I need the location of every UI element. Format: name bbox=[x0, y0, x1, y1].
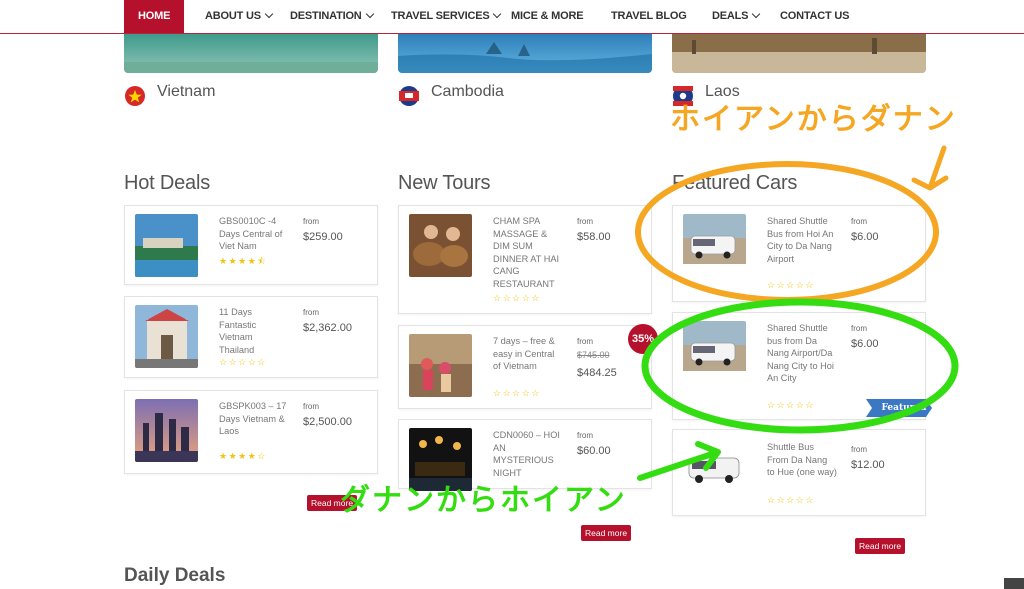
nav-travel-services-label: TRAVEL SERVICES bbox=[391, 10, 490, 22]
car-thumbnail[interactable] bbox=[683, 321, 746, 384]
deal-price: $2,362.00 bbox=[303, 322, 352, 334]
rating-stars: ☆☆☆☆☆ bbox=[767, 400, 815, 410]
car-price: $12.00 bbox=[851, 459, 885, 471]
tour-thumbnail[interactable] bbox=[409, 214, 472, 277]
deal-title[interactable]: GBS0010C -4 Days Central of Viet Nam bbox=[219, 215, 289, 253]
nav-travel-blog[interactable]: TRAVEL BLOG bbox=[611, 0, 687, 33]
nav-deals[interactable]: DEALS bbox=[712, 0, 761, 33]
old-price: $745.00 bbox=[577, 350, 610, 360]
deal-price: $2,500.00 bbox=[303, 416, 352, 428]
featured-ribbon-label: Featured bbox=[881, 403, 927, 413]
chevron-down-icon bbox=[752, 9, 761, 19]
vietnam-flag-icon bbox=[125, 86, 145, 106]
hot-deal-card[interactable]: GBS0010C -4 Days Central of Viet Nam ★★★… bbox=[124, 205, 378, 285]
rating-stars: ☆☆☆☆☆ bbox=[493, 388, 541, 398]
deal-price: $259.00 bbox=[303, 231, 343, 243]
nav-travel-services[interactable]: TRAVEL SERVICES bbox=[391, 0, 502, 33]
featured-car-card[interactable]: Shared Shuttle Bus from Hoi An City to D… bbox=[672, 205, 926, 302]
tour-thumbnail[interactable] bbox=[409, 334, 472, 397]
car-price: $6.00 bbox=[851, 231, 879, 243]
deal-title[interactable]: 11 Days Fantastic Vietnam Thailand bbox=[219, 306, 289, 356]
featured-cars-heading: Featured Cars bbox=[672, 172, 798, 194]
car-price: $6.00 bbox=[851, 338, 879, 350]
nav-destination-label: DESTINATION bbox=[290, 10, 362, 22]
nav-mice-more-label: MICE & MORE bbox=[511, 10, 584, 22]
tour-title[interactable]: 7 days – free & easy in Central of Vietn… bbox=[493, 335, 563, 373]
price-from-label: from bbox=[303, 217, 319, 226]
tour-thumbnail[interactable] bbox=[135, 305, 198, 368]
price-from-label: from bbox=[851, 217, 867, 226]
hot-deal-card[interactable]: 11 Days Fantastic Vietnam Thailand ☆☆☆☆☆… bbox=[124, 296, 378, 378]
featured-cars-read-more-button[interactable]: Read more bbox=[855, 538, 906, 554]
tour-price: $60.00 bbox=[577, 445, 611, 457]
rating-stars: ☆☆☆☆☆ bbox=[493, 293, 541, 303]
nav-about-us-label: ABOUT US bbox=[205, 10, 261, 22]
price-from-label: from bbox=[303, 308, 319, 317]
chevron-down-icon bbox=[493, 9, 502, 19]
car-title[interactable]: Shared Shuttle bus from Da Nang Airport/… bbox=[767, 322, 837, 385]
hot-deals-heading: Hot Deals bbox=[124, 172, 211, 194]
nav-destination[interactable]: DESTINATION bbox=[290, 0, 374, 33]
tour-title[interactable]: CHAM SPA MASSAGE & DIM SUM DINNER AT HAI… bbox=[493, 215, 561, 291]
rating-stars: ★★★★☆ bbox=[219, 451, 267, 461]
rating-stars: ☆☆☆☆☆ bbox=[767, 495, 815, 505]
new-tours-heading: New Tours bbox=[398, 172, 491, 194]
price-from-label: from bbox=[577, 431, 593, 440]
new-tour-card[interactable]: 7 days – free & easy in Central of Vietn… bbox=[398, 325, 652, 409]
price-from-label: from bbox=[851, 445, 867, 454]
tour-thumbnail[interactable] bbox=[135, 399, 198, 462]
deal-title[interactable]: GBSPK003 – 17 Days Vietnam & Laos bbox=[219, 400, 289, 438]
nav-deals-label: DEALS bbox=[712, 10, 749, 22]
main-nav: HOME ABOUT US DESTINATION TRAVEL SERVICE… bbox=[0, 0, 1024, 34]
nav-mice-more[interactable]: MICE & MORE bbox=[511, 0, 584, 33]
nav-contact-us[interactable]: CONTACT US bbox=[780, 0, 849, 33]
laos-banner-image[interactable] bbox=[672, 34, 926, 73]
green-annotation-text: ダナンからホイアン bbox=[340, 484, 627, 517]
tour-price: $58.00 bbox=[577, 231, 611, 243]
daily-deals-heading: Daily Deals bbox=[124, 565, 226, 586]
tour-title[interactable]: CDN0060 – HOI AN MYSTERIOUS NIGHT bbox=[493, 429, 561, 479]
country-name-vietnam[interactable]: Vietnam bbox=[157, 83, 215, 101]
rating-stars: ★★★★⯪ bbox=[219, 256, 268, 266]
cambodia-flag-icon bbox=[399, 86, 419, 106]
tour-price: $484.25 bbox=[577, 367, 617, 379]
price-from-label: from bbox=[303, 402, 319, 411]
price-from-label: from bbox=[851, 324, 867, 333]
featured-ribbon: Featured bbox=[866, 399, 932, 417]
discount-badge: 35% bbox=[628, 324, 658, 354]
car-thumbnail[interactable] bbox=[683, 214, 746, 277]
rating-stars: ☆☆☆☆☆ bbox=[767, 280, 815, 290]
car-thumbnail[interactable] bbox=[683, 440, 746, 503]
new-tour-card[interactable]: CHAM SPA MASSAGE & DIM SUM DINNER AT HAI… bbox=[398, 205, 652, 314]
car-title[interactable]: Shared Shuttle Bus from Hoi An City to D… bbox=[767, 215, 837, 265]
vietnam-banner-image[interactable] bbox=[124, 34, 378, 73]
country-name-cambodia[interactable]: Cambodia bbox=[431, 83, 504, 101]
tour-thumbnail[interactable] bbox=[135, 214, 198, 277]
chevron-down-icon bbox=[264, 9, 274, 19]
hot-deal-card[interactable]: GBSPK003 – 17 Days Vietnam & Laos ★★★★☆ … bbox=[124, 390, 378, 474]
orange-annotation-arrow bbox=[911, 145, 949, 191]
cambodia-banner-image[interactable] bbox=[398, 34, 652, 73]
nav-home[interactable]: HOME bbox=[124, 0, 185, 33]
price-from-label: from bbox=[577, 337, 593, 346]
new-tours-read-more-button[interactable]: Read more bbox=[581, 525, 632, 541]
price-from-label: from bbox=[577, 217, 593, 226]
nav-home-label: HOME bbox=[138, 10, 171, 22]
rating-stars: ☆☆☆☆☆ bbox=[219, 357, 267, 367]
nav-about-us[interactable]: ABOUT US bbox=[205, 0, 274, 33]
featured-car-card[interactable]: Shuttle Bus From Da Nang to Hue (one way… bbox=[672, 429, 926, 516]
car-title[interactable]: Shuttle Bus From Da Nang to Hue (one way… bbox=[767, 441, 837, 479]
orange-annotation-text: ホイアンからダナン bbox=[670, 103, 957, 136]
nav-contact-us-label: CONTACT US bbox=[780, 10, 850, 22]
scroll-to-top-button[interactable] bbox=[1004, 578, 1024, 589]
chevron-down-icon bbox=[365, 9, 374, 19]
nav-travel-blog-label: TRAVEL BLOG bbox=[611, 10, 687, 22]
